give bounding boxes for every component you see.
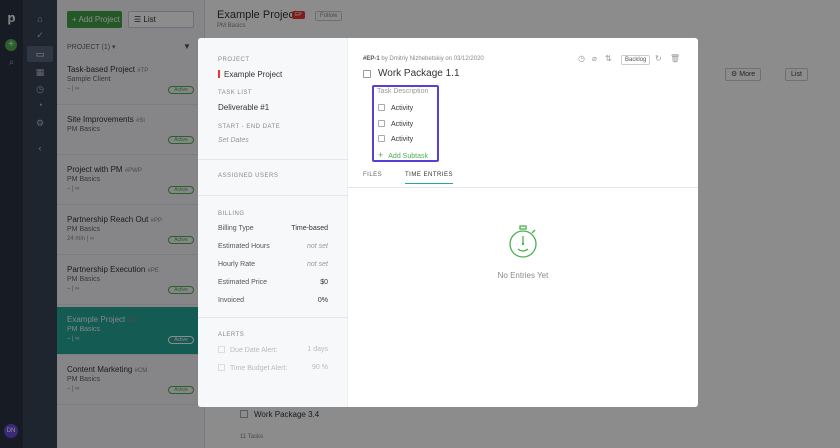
task-title[interactable]: Work Package 1.1 [378, 68, 460, 79]
task-description-input[interactable]: Task Description [377, 88, 428, 95]
dates-value[interactable]: Set Dates [218, 137, 249, 144]
tab-time-entries[interactable]: TIME ENTRIES [405, 172, 454, 184]
alert-label: Due Date Alert: [230, 347, 278, 354]
divider [198, 317, 348, 318]
status-badge[interactable]: Backlog [621, 55, 651, 65]
billing-label: Estimated Price [218, 279, 268, 286]
subtask-label: Activity [391, 105, 414, 112]
sort-icon[interactable]: ⇅ [605, 54, 612, 63]
project-label: PROJECT [218, 57, 250, 63]
task-details-sidebar: PROJECT Example Project TASK LIST Delive… [198, 38, 348, 407]
billing-value: Time-based [291, 225, 328, 232]
assigned-users-label[interactable]: ASSIGNED USERS [218, 173, 278, 179]
billing-row[interactable]: Invoiced 0% [218, 297, 328, 304]
billing-row[interactable]: Billing Type Time-based [218, 225, 328, 232]
billing-label: Hourly Rate [218, 261, 255, 268]
subtask-checkbox[interactable] [378, 135, 385, 142]
alert-label: Time Budget Alert: [230, 365, 288, 372]
subtask-label: Activity [391, 136, 414, 143]
billing-row[interactable]: Estimated Hours not set [218, 243, 328, 250]
subtask-checkbox[interactable] [378, 104, 385, 111]
project-color-bar [218, 70, 220, 78]
billing-value: 0% [317, 297, 328, 304]
tasklist-label: TASK LIST [218, 90, 253, 96]
task-modal: PROJECT Example Project TASK LIST Delive… [198, 38, 698, 407]
task-author: by Dmitriy Nizhebetskiy on 03/12/2020 [381, 56, 484, 62]
divider [198, 159, 348, 160]
alert-checkbox[interactable] [218, 346, 225, 353]
billing-row[interactable]: Estimated Price $0 [218, 279, 328, 286]
subtask-item[interactable]: Activity [378, 104, 413, 112]
billing-value: not set [306, 261, 328, 268]
billing-label: Estimated Hours [218, 243, 270, 250]
task-main: #EP-1 by Dmitriy Nizhebetskiy on 03/12/2… [348, 38, 698, 407]
trash-icon[interactable]: 🗑 [670, 54, 680, 63]
task-meta: #EP-1 by Dmitriy Nizhebetskiy on 03/12/2… [363, 56, 484, 62]
billing-row[interactable]: Hourly Rate not set [218, 261, 328, 268]
dates-label: START - END DATE [218, 124, 281, 130]
tabs-bar: FILES TIME ENTRIES [348, 169, 698, 188]
attachment-icon[interactable]: ⌀ [592, 54, 597, 63]
billing-label: Invoiced [218, 297, 245, 304]
subtask-item[interactable]: Activity [378, 135, 413, 143]
task-id: #EP-1 [363, 56, 380, 62]
alert-value: 1 days [307, 346, 328, 353]
divider [198, 195, 348, 196]
tasklist-value[interactable]: Deliverable #1 [218, 103, 269, 112]
empty-state-text: No Entries Yet [497, 271, 549, 280]
billing-value: $0 [320, 279, 328, 286]
task-complete-checkbox[interactable] [363, 70, 371, 78]
add-subtask-button[interactable]: + Add Subtask [378, 150, 428, 160]
alert-checkbox[interactable] [218, 364, 225, 371]
timer-icon[interactable]: ◷ [578, 54, 585, 63]
subtask-item[interactable]: Activity [378, 119, 414, 128]
alerts-label: ALERTS [218, 332, 245, 338]
subtask-label: Activity [391, 120, 414, 128]
alert-value: 90 % [312, 364, 328, 371]
tab-files[interactable]: FILES [363, 172, 382, 183]
billing-value: not set [306, 243, 328, 250]
subtask-checkbox[interactable] [378, 119, 385, 127]
stopwatch-icon [509, 225, 537, 258]
plus-icon: + [378, 150, 384, 160]
refresh-icon[interactable]: ↻ [655, 54, 662, 63]
billing-label: BILLING [218, 211, 245, 217]
project-value[interactable]: Example Project [218, 70, 282, 79]
alert-row[interactable]: Time Budget Alert: 90 % [218, 364, 328, 372]
billing-label: Billing Type [218, 225, 254, 232]
alert-row[interactable]: Due Date Alert: 1 days [218, 346, 328, 354]
